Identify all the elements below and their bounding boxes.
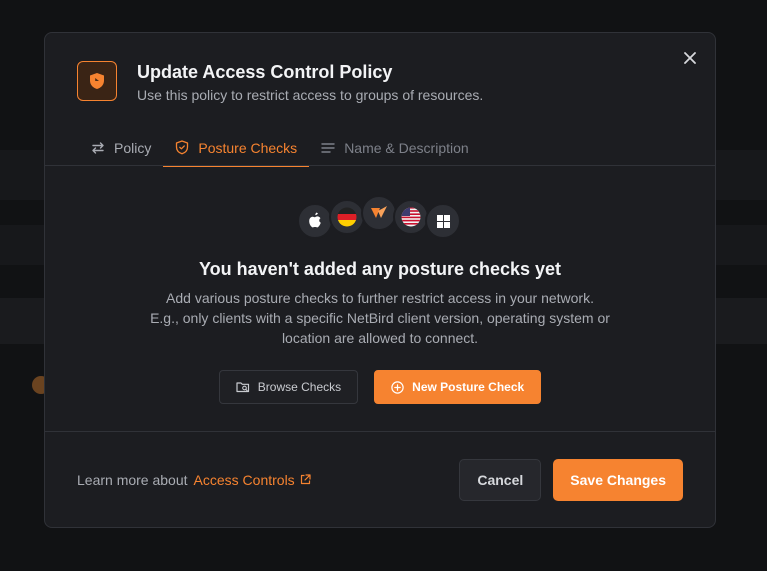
tab-name-description[interactable]: Name & Description <box>309 129 481 166</box>
browse-checks-button[interactable]: Browse Checks <box>218 370 359 404</box>
tab-posture-checks-label: Posture Checks <box>198 139 298 156</box>
close-icon <box>684 52 696 64</box>
germany-flag-icon <box>329 199 365 235</box>
header-icon-box <box>77 61 117 101</box>
apple-icon <box>297 203 333 239</box>
cancel-button[interactable]: Cancel <box>459 458 542 501</box>
windows-icon <box>425 203 461 239</box>
tab-policy[interactable]: Policy <box>79 129 163 166</box>
modal-subtitle: Use this policy to restrict access to gr… <box>137 87 484 103</box>
access-controls-link[interactable]: Access Controls <box>194 472 311 488</box>
us-flag-icon <box>393 199 429 235</box>
lines-icon <box>321 142 335 154</box>
browse-checks-label: Browse Checks <box>257 380 342 394</box>
modal-header: Update Access Control Policy Use this po… <box>77 61 483 104</box>
shield-icon <box>90 73 104 89</box>
tab-name-description-label: Name & Description <box>344 139 469 156</box>
close-button[interactable] <box>681 49 699 67</box>
tab-posture-checks[interactable]: Posture Checks <box>163 129 310 167</box>
modal-title: Update Access Control Policy <box>137 62 393 82</box>
plus-circle-icon <box>391 380 404 394</box>
learn-more: Learn more about Access Controls <box>77 472 311 488</box>
shield-check-icon <box>175 140 189 155</box>
posture-empty-state: You haven't added any posture checks yet… <box>45 195 715 404</box>
empty-state-description: Add various posture checks to further re… <box>150 290 610 346</box>
tab-bar: Policy Posture Checks Name & Description <box>45 129 715 167</box>
empty-state-actions: Browse Checks New Posture Check <box>45 370 715 404</box>
external-link-icon <box>300 474 311 485</box>
save-changes-button[interactable]: Save Changes <box>553 458 683 501</box>
tab-policy-label: Policy <box>114 139 152 156</box>
learn-more-text: Learn more about <box>77 471 188 488</box>
new-posture-check-label: New Posture Check <box>412 380 525 394</box>
netbird-logo-icon <box>361 195 397 231</box>
posture-icon-cluster <box>45 195 715 240</box>
new-posture-check-button[interactable]: New Posture Check <box>374 370 542 404</box>
policy-modal: Update Access Control Policy Use this po… <box>44 32 716 528</box>
empty-state-title: You haven't added any posture checks yet <box>198 259 562 279</box>
access-controls-link-label: Access Controls <box>193 471 295 488</box>
arrows-swap-icon <box>91 141 105 155</box>
modal-footer: Learn more about Access Controls Cancel … <box>45 431 715 527</box>
footer-actions: Cancel Save Changes <box>459 458 683 501</box>
folder-search-icon <box>236 381 250 393</box>
